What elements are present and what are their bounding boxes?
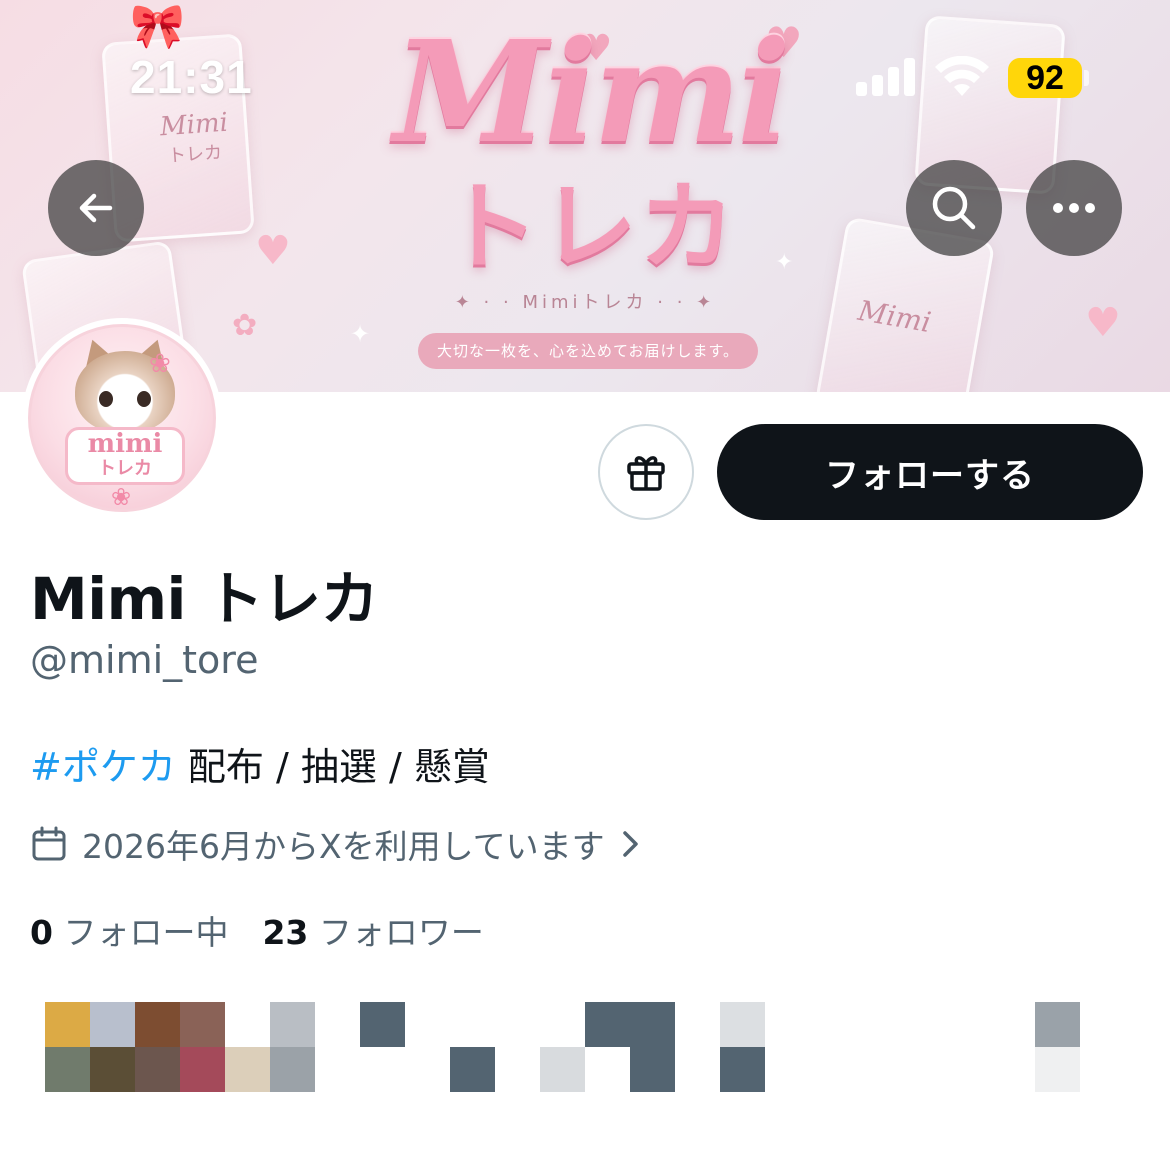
display-name: Mimi トレカ bbox=[30, 565, 379, 633]
banner-logo-main: Mimi bbox=[393, 11, 790, 175]
heart-decoration: ♥ bbox=[255, 228, 291, 274]
pixel-block bbox=[270, 1002, 315, 1047]
gift-button[interactable] bbox=[598, 424, 694, 520]
ribbon-icon: ❀ bbox=[111, 483, 132, 511]
battery-nub bbox=[1084, 70, 1089, 86]
more-button[interactable] bbox=[1026, 160, 1122, 256]
wifi-icon bbox=[935, 56, 989, 96]
status-time: 21:31 bbox=[130, 51, 253, 103]
arrow-left-icon bbox=[79, 193, 113, 223]
pixel-block bbox=[180, 1002, 225, 1047]
pixel-block bbox=[90, 1047, 135, 1092]
avatar-nameplate: mimi トレカ bbox=[65, 427, 185, 485]
bow-icon: ❀ bbox=[149, 349, 171, 379]
pixel-block bbox=[45, 1047, 90, 1092]
gift-icon bbox=[627, 456, 665, 491]
search-button[interactable] bbox=[906, 160, 1002, 256]
avatar-plate-line1: mimi bbox=[87, 429, 163, 459]
chevron-right-icon bbox=[622, 831, 638, 857]
joined-date-text: 2026年6月からXを利用しています bbox=[82, 827, 605, 866]
pixel-block bbox=[225, 1047, 270, 1092]
pixel-block bbox=[135, 1047, 180, 1092]
avatar-plate-line2: トレカ bbox=[98, 458, 152, 479]
pixel-block bbox=[180, 1047, 225, 1092]
calendar-icon bbox=[32, 826, 66, 861]
pixel-block bbox=[720, 1002, 765, 1047]
battery-indicator: 92 bbox=[1008, 58, 1082, 98]
heart-decoration: ♥ bbox=[1085, 300, 1121, 346]
pixel-block bbox=[630, 1002, 675, 1047]
follow-button[interactable]: フォローする bbox=[717, 424, 1143, 520]
following-label: フォロー中 bbox=[63, 913, 229, 952]
search-icon bbox=[932, 186, 976, 230]
banner-tagline-text: Mimiトレカ bbox=[522, 292, 648, 313]
banner-pill: 大切な一枚を、心を込めてお届けします。 bbox=[418, 333, 758, 369]
cellular-signal-icon bbox=[856, 58, 916, 96]
pixel-block bbox=[45, 1002, 90, 1047]
bio-hashtag-link[interactable]: #ポケカ bbox=[30, 745, 176, 789]
pixel-block bbox=[540, 1047, 585, 1092]
followers-label: フォロワー bbox=[318, 913, 484, 952]
pixel-block bbox=[630, 1047, 675, 1092]
more-horizontal-icon bbox=[1053, 203, 1095, 213]
pixel-block bbox=[1035, 1002, 1080, 1047]
pixel-block bbox=[360, 1002, 405, 1047]
follow-stats: 0 フォロー中 23 フォロワー bbox=[30, 906, 484, 954]
cat-eye bbox=[99, 391, 113, 407]
bow-decoration: ✿ bbox=[232, 308, 258, 343]
banner-card-left-text: Mimi bbox=[159, 107, 229, 143]
profile-avatar[interactable]: ❀ mimi トレカ ❀ bbox=[22, 318, 222, 518]
cat-eye bbox=[137, 391, 151, 407]
pixel-block bbox=[135, 1002, 180, 1047]
bow-decoration: 🎀 bbox=[130, 1, 185, 52]
following-count: 0 bbox=[30, 913, 53, 952]
back-button[interactable] bbox=[48, 160, 144, 256]
followers-link[interactable]: 23 フォロワー bbox=[262, 913, 483, 952]
pixel-block bbox=[585, 1002, 630, 1047]
pixel-block bbox=[270, 1047, 315, 1092]
avatar-image: ❀ mimi トレカ ❀ bbox=[28, 324, 216, 512]
profile-bio: #ポケカ 配布 / 抽選 / 懸賞 bbox=[30, 736, 490, 791]
sparkle-decoration: ✦ bbox=[775, 250, 794, 275]
banner-tagline: ✦ · · Mimiトレカ · · ✦ bbox=[454, 292, 716, 313]
user-handle: @mimi_tore bbox=[30, 638, 259, 682]
banner-card-left-subtext: トレカ bbox=[167, 142, 223, 167]
sparkle-decoration: ✦ bbox=[350, 320, 371, 348]
pixel-block bbox=[720, 1047, 765, 1092]
banner-logo-sub: トレカ bbox=[443, 171, 737, 283]
bio-text: 配布 / 抽選 / 懸賞 bbox=[175, 745, 490, 789]
pixel-block bbox=[1035, 1047, 1080, 1092]
joined-date-row[interactable]: 2026年6月からXを利用しています bbox=[30, 820, 641, 868]
pixel-block bbox=[450, 1047, 495, 1092]
followers-count: 23 bbox=[262, 913, 309, 952]
pixel-block bbox=[90, 1002, 135, 1047]
following-link[interactable]: 0 フォロー中 bbox=[30, 913, 228, 952]
